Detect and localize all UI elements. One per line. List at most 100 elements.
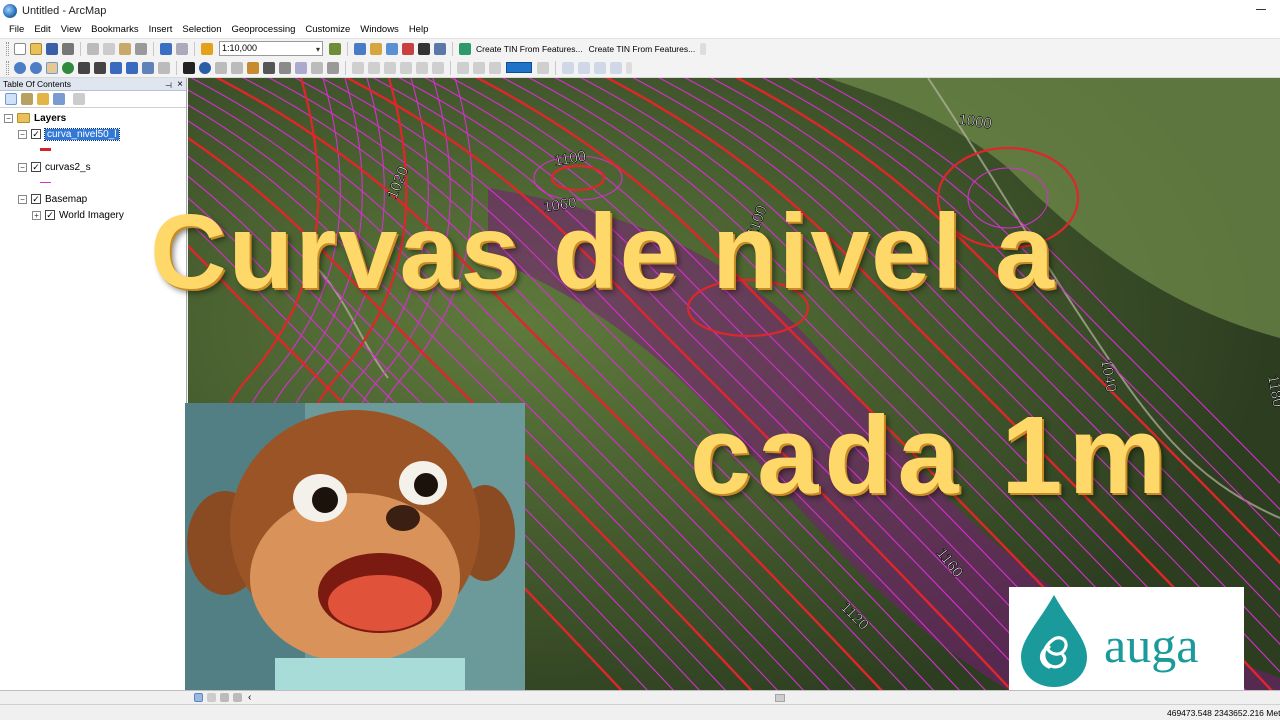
menu-view[interactable]: View [56, 21, 86, 38]
collapse-icon[interactable]: − [4, 113, 13, 123]
full-extent-globe-icon[interactable] [62, 61, 74, 74]
search-window-icon[interactable] [386, 42, 398, 55]
redo-icon[interactable] [176, 42, 188, 55]
data-view-icon[interactable] [194, 693, 203, 702]
undo-icon[interactable] [160, 42, 172, 55]
menu-selection[interactable]: Selection [177, 21, 226, 38]
tree-node-layer-0[interactable]: − ✓ curva_nivel50_l [18, 127, 120, 141]
layer-visibility-checkbox[interactable]: ✓ [31, 129, 41, 139]
layout-tool-3-icon[interactable] [594, 61, 606, 74]
toc-options-icon[interactable] [73, 93, 85, 105]
collapse-icon[interactable]: − [18, 194, 27, 204]
horizontal-scrollbar-thumb[interactable] [775, 694, 785, 702]
menu-geoprocessing[interactable]: Geoprocessing [226, 21, 300, 38]
find-binoculars-icon[interactable] [263, 61, 275, 74]
zoom-in-icon[interactable] [14, 61, 26, 74]
layer-visibility-checkbox[interactable]: ✓ [45, 210, 55, 220]
pan-hand-icon[interactable] [46, 61, 58, 74]
pin-icon[interactable]: ⊣ [165, 79, 172, 92]
copy-icon[interactable] [103, 42, 115, 55]
menu-insert[interactable]: Insert [144, 21, 178, 38]
menu-help[interactable]: Help [404, 21, 434, 38]
catalog-icon[interactable] [370, 42, 382, 55]
list-by-source-icon[interactable] [21, 93, 33, 105]
editor-tool-5-icon[interactable] [416, 61, 428, 74]
find-route-icon[interactable] [279, 61, 291, 74]
basemap-sublayer-label[interactable]: World Imagery [59, 210, 124, 221]
menu-bookmarks[interactable]: Bookmarks [86, 21, 144, 38]
time-slider-icon[interactable] [311, 61, 323, 74]
editor-toolbar-icon[interactable] [329, 42, 341, 55]
tree-node-layer-2[interactable]: − ✓ Basemap [18, 192, 87, 206]
editor-tool-2-icon[interactable] [368, 61, 380, 74]
editor-tool-3-icon[interactable] [384, 61, 396, 74]
layout-tool-1-icon[interactable] [562, 61, 574, 74]
toolbar-overflow-icon[interactable] [626, 61, 632, 74]
toolbar-grip[interactable] [6, 41, 9, 56]
raster-color-selector[interactable] [506, 62, 532, 73]
measure-icon[interactable] [247, 61, 259, 74]
layer-visibility-checkbox[interactable]: ✓ [31, 162, 41, 172]
hyperlink-icon[interactable] [215, 61, 227, 74]
close-icon[interactable]: × [177, 78, 183, 91]
delete-icon[interactable] [135, 42, 147, 55]
go-to-xy-icon[interactable] [295, 61, 307, 74]
layer-label-selected[interactable]: curva_nivel50_l [44, 127, 120, 141]
layout-tool-2-icon[interactable] [578, 61, 590, 74]
layout-view-icon[interactable] [207, 693, 216, 702]
select-elements-arrow-icon[interactable] [183, 61, 195, 74]
tree-node-layer-1[interactable]: − ✓ curvas2_s [18, 160, 91, 174]
table-of-contents-icon[interactable] [354, 42, 366, 55]
expand-icon[interactable]: + [32, 210, 41, 220]
identify-icon[interactable] [199, 61, 211, 74]
raster-tool-1-icon[interactable] [457, 61, 469, 74]
layer-visibility-checkbox[interactable]: ✓ [31, 194, 41, 204]
scroll-left-icon[interactable]: ‹ [248, 692, 251, 703]
add-data-icon[interactable] [201, 42, 213, 55]
paste-icon[interactable] [119, 42, 131, 55]
layer-label[interactable]: curvas2_s [45, 162, 91, 173]
raster-tool-3-icon[interactable] [489, 61, 501, 74]
layout-tool-4-icon[interactable] [610, 61, 622, 74]
create-tin-button-1[interactable]: Create TIN From Features... [476, 44, 583, 54]
select-features-icon[interactable] [142, 61, 154, 74]
arctoolbox-icon[interactable] [402, 42, 414, 55]
layer-line-symbol[interactable] [40, 148, 51, 151]
refresh-icon[interactable] [220, 693, 229, 702]
clear-selection-icon[interactable] [158, 61, 170, 74]
fixed-zoom-out-icon[interactable] [94, 61, 106, 74]
create-tin-button-2[interactable]: Create TIN From Features... [589, 44, 696, 54]
menu-windows[interactable]: Windows [355, 21, 404, 38]
python-window-icon[interactable] [418, 42, 430, 55]
menu-customize[interactable]: Customize [300, 21, 355, 38]
editor-tool-4-icon[interactable] [400, 61, 412, 74]
create-tin-icon[interactable] [459, 42, 471, 55]
toolbar-overflow-icon[interactable] [700, 42, 707, 55]
model-builder-icon[interactable] [434, 42, 446, 55]
raster-tool-2-icon[interactable] [473, 61, 485, 74]
cut-icon[interactable] [87, 42, 99, 55]
list-by-selection-icon[interactable] [53, 93, 65, 105]
collapse-icon[interactable]: − [18, 162, 27, 172]
map-scale-select[interactable]: 1:10,000 ▾ [219, 41, 323, 56]
new-document-icon[interactable] [14, 42, 26, 55]
editor-tool-1-icon[interactable] [352, 61, 364, 74]
layer-line-symbol[interactable] [40, 182, 51, 183]
tree-node-world-imagery[interactable]: + ✓ World Imagery [32, 208, 124, 222]
fixed-zoom-in-icon[interactable] [78, 61, 90, 74]
print-icon[interactable] [62, 42, 74, 55]
menu-file[interactable]: File [4, 21, 29, 38]
editor-tool-6-icon[interactable] [432, 61, 444, 74]
toolbar-grip[interactable] [6, 60, 9, 75]
tree-node-layers[interactable]: − Layers [4, 111, 66, 125]
open-folder-icon[interactable] [30, 42, 42, 55]
pause-drawing-icon[interactable] [233, 693, 242, 702]
html-popup-icon[interactable] [231, 61, 243, 74]
zoom-out-icon[interactable] [30, 61, 42, 74]
forward-arrow-icon[interactable] [126, 61, 138, 74]
list-by-drawing-order-icon[interactable] [5, 93, 17, 105]
collapse-icon[interactable]: − [18, 129, 27, 139]
minimize-button[interactable] [1256, 9, 1266, 10]
group-layer-label[interactable]: Basemap [45, 194, 87, 205]
raster-tool-4-icon[interactable] [537, 61, 549, 74]
